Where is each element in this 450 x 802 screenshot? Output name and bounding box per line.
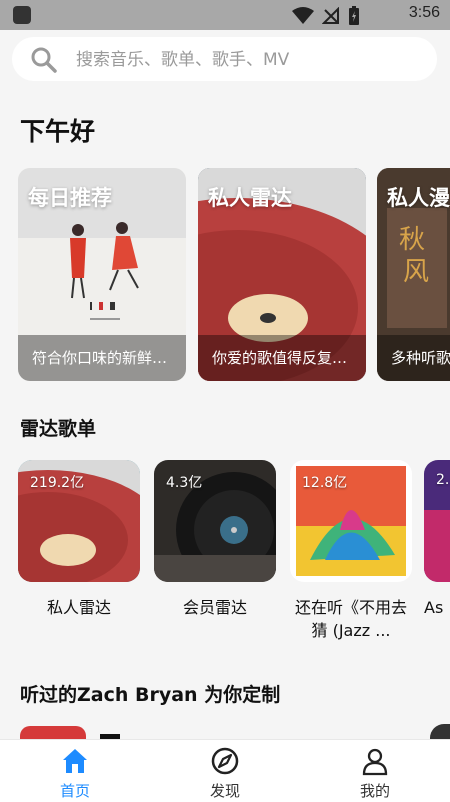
song-cover-thumbnail[interactable]: [20, 726, 86, 740]
no-signal-icon: [322, 7, 339, 24]
playlist-name: 会员雷达: [182, 598, 247, 617]
card-title: 私人雷达: [208, 186, 292, 210]
playlist-cover: 219.2亿: [18, 460, 140, 582]
private-radar-card[interactable]: 私人雷达 你爱的歌值得反复…: [198, 168, 366, 381]
card-description: 你爱的歌值得反复…: [198, 335, 366, 381]
play-count: 219.2亿: [30, 475, 85, 491]
playlist-name: 还在听《不用去猜 (Jazz ...: [294, 598, 407, 640]
card-title: 每日推荐: [28, 186, 112, 210]
search-icon: [31, 47, 57, 73]
radar-playlist-item[interactable]: 12.8亿 还在听《不用去猜 (Jazz ...: [290, 460, 412, 642]
radar-playlist-item[interactable]: 219.2亿 私人雷达: [18, 460, 140, 619]
card-title: 私人漫: [387, 186, 450, 210]
search-bar[interactable]: [12, 37, 437, 83]
card-description: 多种听歌: [377, 335, 450, 381]
battery-icon: [349, 6, 359, 25]
recommend-row[interactable]: 每日推荐 符合你口味的新鲜… 私人雷达 你爱的歌值得反复… 秋 风 私人漫 多种…: [18, 168, 450, 382]
tab-label: 发现: [209, 782, 240, 800]
wifi-icon: [292, 7, 314, 24]
status-bar: 3:56: [0, 0, 450, 30]
playlist-name: 私人雷达: [46, 598, 111, 617]
playlist-name: As: [424, 598, 444, 617]
search-input[interactable]: [74, 37, 408, 83]
tab-label: 我的: [359, 782, 390, 800]
home-icon: [63, 749, 87, 773]
playlist-cover: 12.8亿: [290, 460, 412, 582]
playlist-cover: 2.: [424, 460, 450, 582]
tab-home[interactable]: 首页: [0, 740, 150, 802]
card-description: 符合你口味的新鲜…: [18, 335, 186, 381]
tab-label: 首页: [59, 782, 90, 800]
radar-playlist-item[interactable]: 4.3亿 会员雷达: [154, 460, 276, 619]
radar-playlist-item[interactable]: 2. As: [424, 460, 450, 619]
notification-icon: [13, 6, 31, 24]
svg-text:风: 风: [403, 257, 429, 287]
bottom-tab-bar: 首页 发现 我的: [0, 739, 450, 802]
clock: 3:56: [408, 4, 440, 21]
play-count: 4.3亿: [166, 475, 203, 491]
radar-section-title: 雷达歌单: [20, 418, 97, 440]
radar-playlist-row[interactable]: 219.2亿 私人雷达 4.3亿 会员雷达 12.8亿 还在听《不用去猜 (Ja…: [18, 460, 450, 660]
play-count: 12.8亿: [302, 475, 348, 491]
playlist-cover: 4.3亿: [154, 460, 276, 582]
greeting-title: 下午好: [20, 117, 96, 146]
artist-section-title: 听过的Zach Bryan 为你定制: [20, 684, 281, 706]
tab-discover[interactable]: 发现: [150, 740, 300, 802]
compass-icon: [211, 747, 239, 775]
private-roam-card[interactable]: 秋 风 私人漫 多种听歌: [377, 168, 450, 381]
daily-recommend-card[interactable]: 每日推荐 符合你口味的新鲜…: [18, 168, 186, 381]
svg-text:秋: 秋: [399, 225, 425, 255]
user-icon: [362, 748, 388, 776]
tab-mine[interactable]: 我的: [300, 740, 450, 802]
play-count: 2.: [436, 472, 450, 488]
